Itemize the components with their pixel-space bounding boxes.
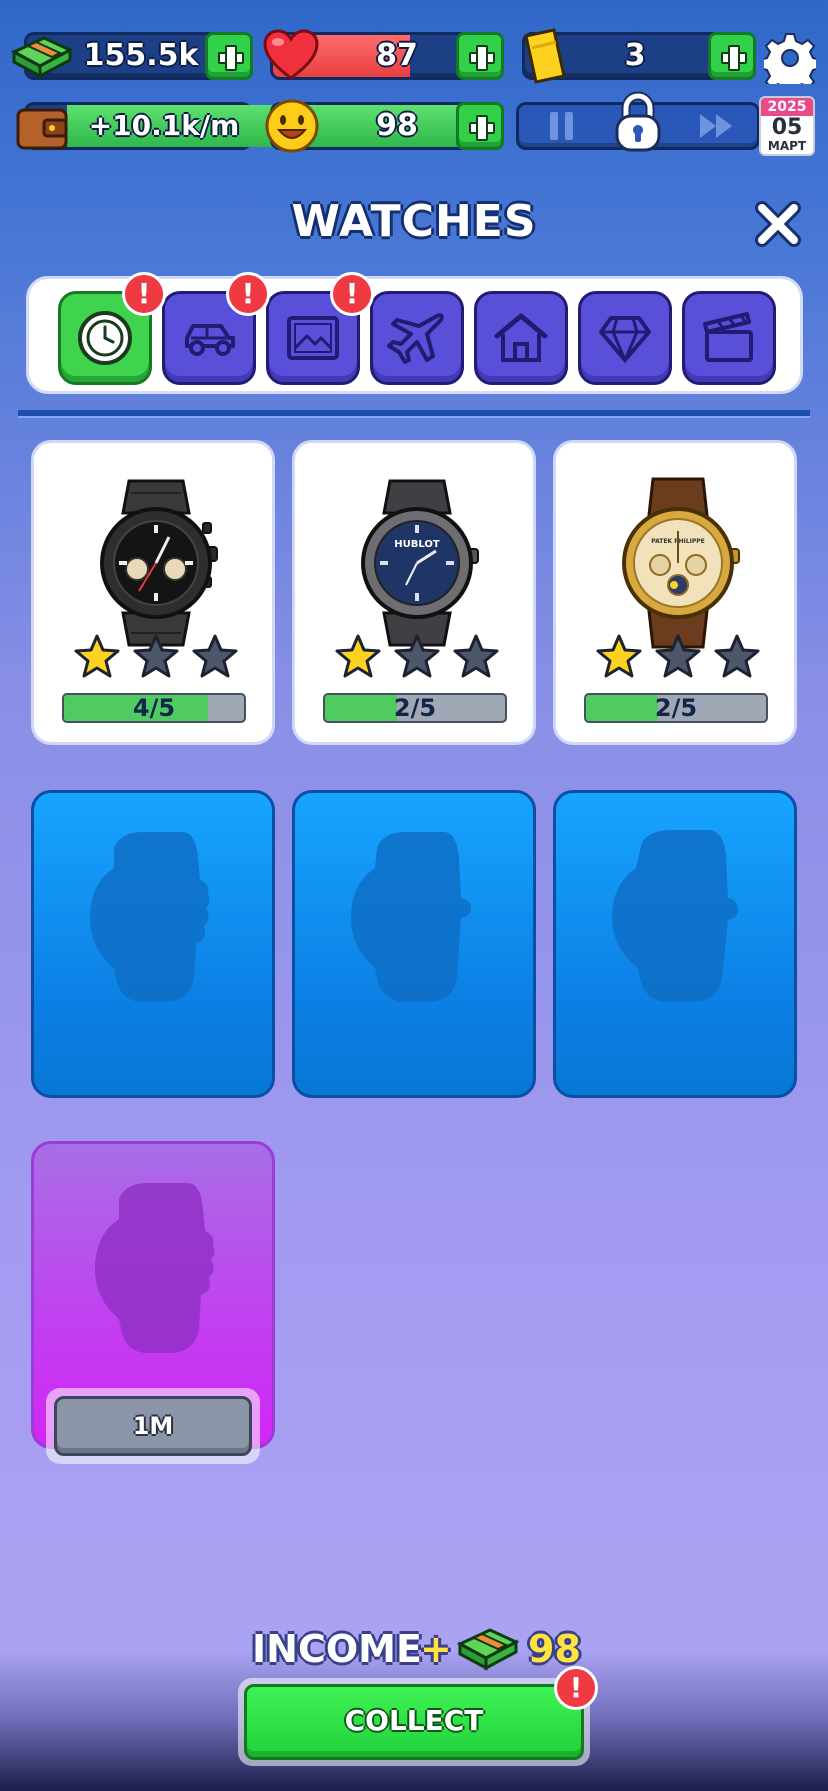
watch-card[interactable]: HUBLOT 2/5	[292, 440, 536, 745]
unlock-price-label: 1M	[54, 1396, 252, 1456]
ticket-icon	[524, 28, 566, 84]
alert-badge-paintings: !	[330, 272, 374, 316]
income-plus-sign: +	[420, 1627, 452, 1671]
heart-icon	[263, 29, 319, 80]
watch-silhouette-icon	[612, 830, 738, 1002]
watch-card[interactable]: 4/5	[31, 440, 275, 745]
close-icon[interactable]	[752, 198, 804, 250]
star-empty-icon	[394, 634, 440, 678]
collection-progress-bar: 4/5	[62, 693, 246, 723]
tab-movies[interactable]	[682, 291, 776, 385]
watch-card[interactable]: PATEK PHILIPPE 2/5	[553, 440, 797, 745]
fast-forward-icon[interactable]	[696, 110, 736, 142]
calendar-day: 05	[771, 115, 803, 140]
add-hearts-button[interactable]	[456, 32, 504, 80]
income-label: INCOME	[252, 1627, 422, 1671]
picture-icon	[287, 316, 339, 360]
hearts-value: 87	[376, 38, 418, 73]
dial-brand-text: HUBLOT	[394, 539, 440, 550]
locked-watch-slot[interactable]	[31, 790, 275, 1098]
star-filled-icon	[596, 634, 642, 678]
progress-text: 2/5	[654, 694, 698, 722]
add-tickets-button[interactable]	[708, 32, 756, 80]
hublot-watch-image: HUBLOT	[361, 479, 479, 647]
calendar-year: 2025	[761, 98, 813, 116]
add-cash-button[interactable]	[205, 32, 253, 80]
unlock-price-button[interactable]: 1M	[46, 1388, 260, 1464]
cash-icon	[10, 36, 74, 79]
star-empty-icon	[714, 634, 760, 678]
pause-icon[interactable]	[545, 108, 579, 144]
star-empty-icon	[192, 634, 238, 678]
locked-watch-slot[interactable]	[553, 790, 797, 1098]
collect-button-frame: COLLECT	[238, 1678, 590, 1766]
tab-houses[interactable]	[474, 291, 568, 385]
alert-badge-collect: !	[554, 1666, 598, 1710]
watch-silhouette-icon	[90, 832, 210, 1002]
diamond-icon	[599, 316, 651, 364]
wallet-icon	[16, 108, 68, 150]
cash-icon	[456, 1628, 520, 1671]
collection-progress-bar: 2/5	[584, 693, 768, 723]
alert-badge-watches: !	[122, 272, 166, 316]
tab-jewelry[interactable]	[578, 291, 672, 385]
page-title: WATCHES	[291, 196, 537, 247]
cash-value: 155.5k	[83, 38, 199, 73]
watch-icon	[78, 311, 132, 365]
gear-icon[interactable]	[764, 32, 816, 84]
clapperboard-icon	[703, 312, 753, 362]
collection-progress-bar: 2/5	[323, 693, 507, 723]
rating-stars	[335, 634, 499, 678]
plane-icon	[387, 313, 444, 364]
house-icon	[494, 313, 548, 362]
star-empty-icon	[453, 634, 499, 678]
car-icon	[185, 324, 235, 356]
progress-text: 4/5	[132, 694, 176, 722]
black-chronograph-watch-image	[100, 479, 218, 647]
rating-stars	[74, 634, 238, 678]
calendar-month: МАРТ	[767, 139, 807, 153]
patek-philippe-watch-image: PATEK PHILIPPE	[622, 477, 740, 649]
happiness-value: 98	[376, 108, 418, 143]
section-divider	[18, 410, 810, 418]
progress-text: 2/5	[393, 694, 437, 722]
alert-badge-cars: !	[226, 272, 270, 316]
income-rate-value: +10.1k/m	[88, 109, 240, 142]
tickets-value: 3	[624, 38, 646, 73]
lock-icon	[615, 91, 661, 152]
star-empty-icon	[655, 634, 701, 678]
star-filled-icon	[335, 634, 381, 678]
rating-stars	[596, 634, 760, 678]
tab-planes[interactable]	[370, 291, 464, 385]
locked-watch-slot[interactable]	[292, 790, 536, 1098]
star-empty-icon	[133, 634, 179, 678]
star-filled-icon	[74, 634, 120, 678]
watch-silhouette-icon	[95, 1183, 215, 1353]
collect-button[interactable]: COLLECT	[244, 1684, 584, 1760]
calendar: 2025 05 МАРТ	[759, 96, 815, 156]
watch-silhouette-icon	[351, 832, 471, 1002]
add-happiness-button[interactable]	[456, 102, 504, 150]
smiley-icon	[265, 99, 319, 153]
